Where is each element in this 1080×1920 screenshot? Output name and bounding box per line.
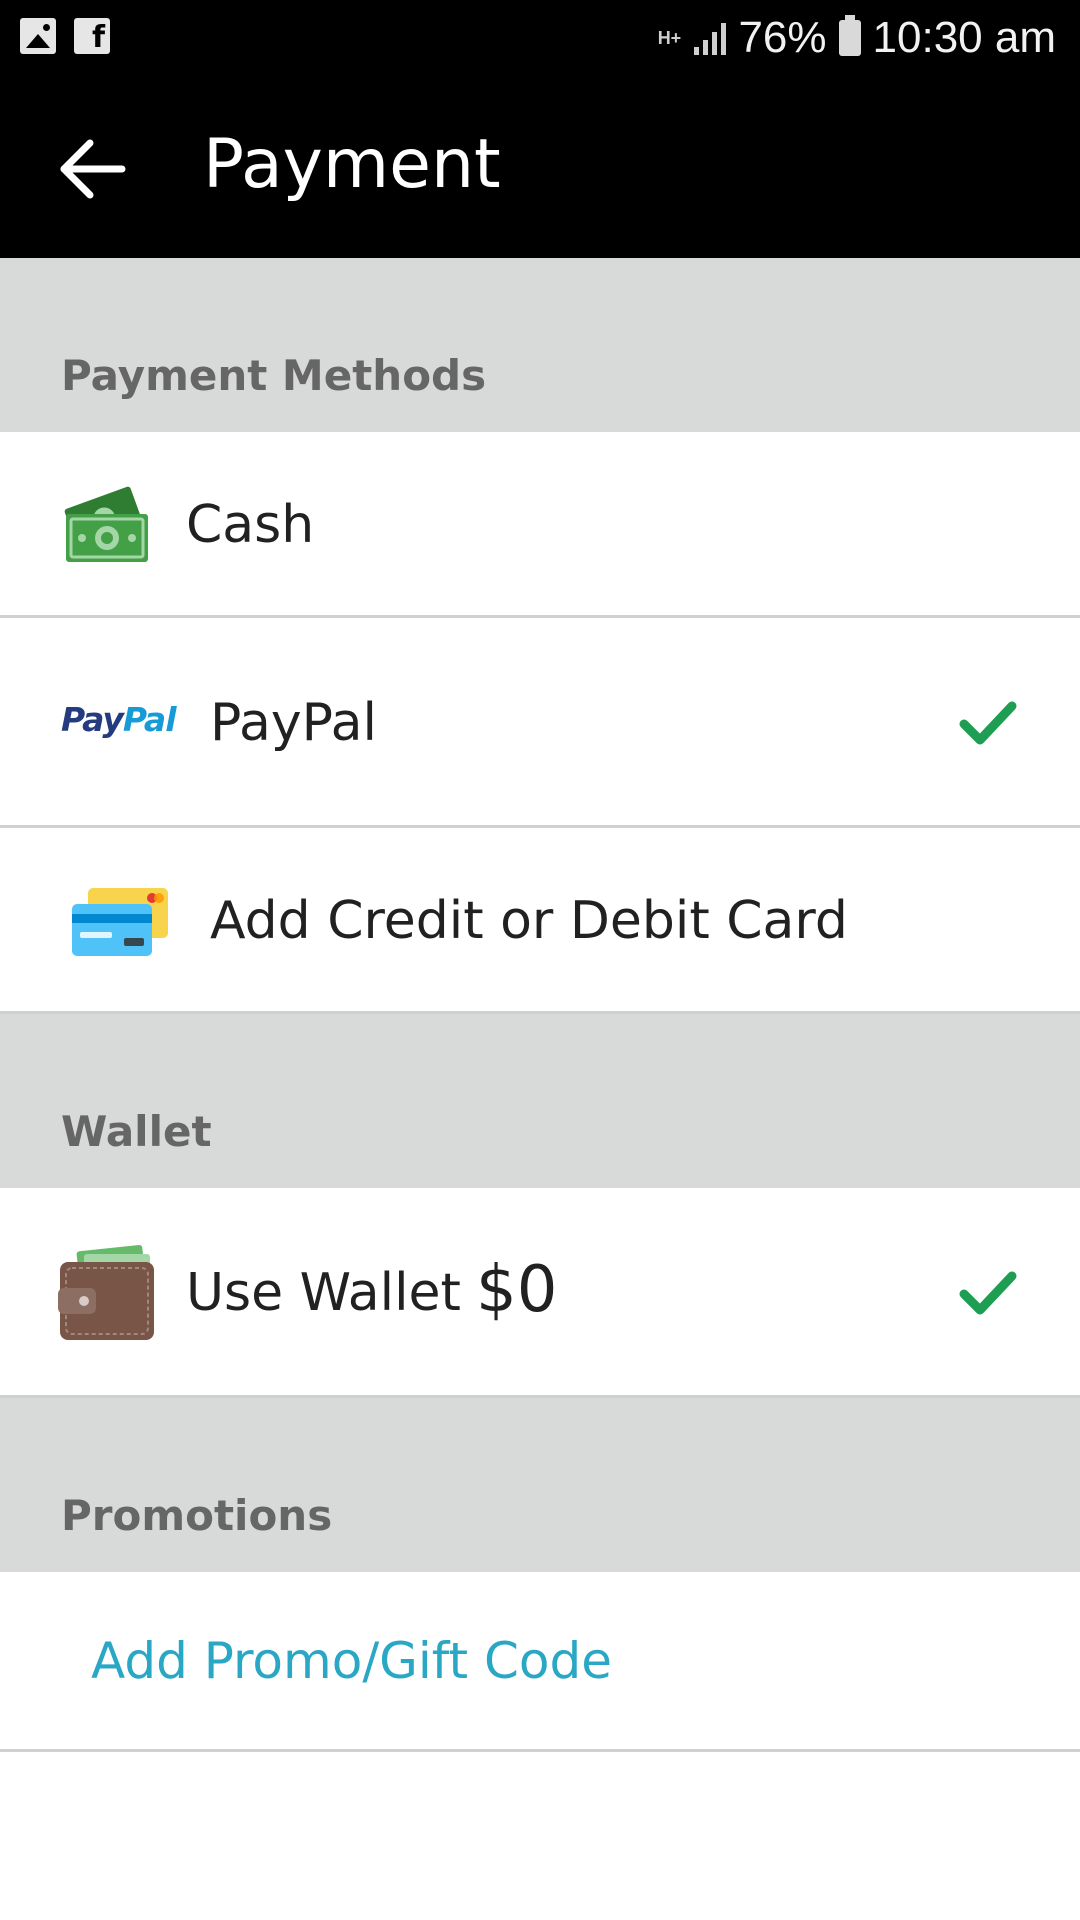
wallet-header: Wallet <box>0 1014 1080 1188</box>
network-type-indicator: H+ <box>657 28 682 48</box>
page-title: Payment <box>203 125 501 204</box>
credit-card-icon <box>72 888 168 956</box>
wallet-balance: $0 <box>476 1253 558 1327</box>
payment-option-label: Cash <box>186 495 315 555</box>
payment-option-paypal[interactable]: PayPal PayPal <box>0 618 1080 828</box>
notification-icons: f <box>20 18 110 54</box>
clock: 10:30 am <box>872 13 1056 62</box>
signal-strength-icon <box>694 21 727 55</box>
gallery-notification-icon <box>20 18 56 54</box>
app-bar: Payment <box>0 75 1080 258</box>
payment-methods-header: Payment Methods <box>0 258 1080 432</box>
section-title-payment-methods: Payment Methods <box>61 351 487 400</box>
battery-icon <box>838 15 861 56</box>
paypal-logo: PayPal <box>61 700 176 739</box>
selected-check-icon <box>959 701 1017 745</box>
back-button[interactable] <box>50 125 138 213</box>
payment-option-cash[interactable]: Cash <box>0 432 1080 618</box>
wallet-icon <box>58 1244 154 1340</box>
back-arrow-icon <box>60 139 126 199</box>
use-wallet-option[interactable]: Use Wallet $0 <box>0 1188 1080 1398</box>
section-title-promotions: Promotions <box>61 1491 333 1540</box>
payment-option-label: PayPal <box>210 693 377 753</box>
cash-icon <box>64 486 148 562</box>
promotions-header: Promotions <box>0 1398 1080 1572</box>
add-card-label: Add Credit or Debit Card <box>210 891 848 951</box>
section-title-wallet: Wallet <box>61 1107 212 1156</box>
add-promo-code-link[interactable]: Add Promo/Gift Code <box>91 1631 612 1691</box>
add-promo-row[interactable]: Add Promo/Gift Code <box>0 1572 1080 1752</box>
battery-percentage: 76% <box>738 13 827 62</box>
system-status: H+ 76% 10:30 am <box>656 10 1056 66</box>
status-bar: f H+ 76% 10:30 am <box>0 0 1080 75</box>
use-wallet-label: Use Wallet <box>186 1263 461 1323</box>
facebook-notification-icon: f <box>74 18 110 54</box>
selected-check-icon <box>959 1271 1017 1315</box>
paypal-logo-text: PayPal <box>61 700 176 739</box>
add-card-button[interactable]: Add Credit or Debit Card <box>0 828 1080 1014</box>
